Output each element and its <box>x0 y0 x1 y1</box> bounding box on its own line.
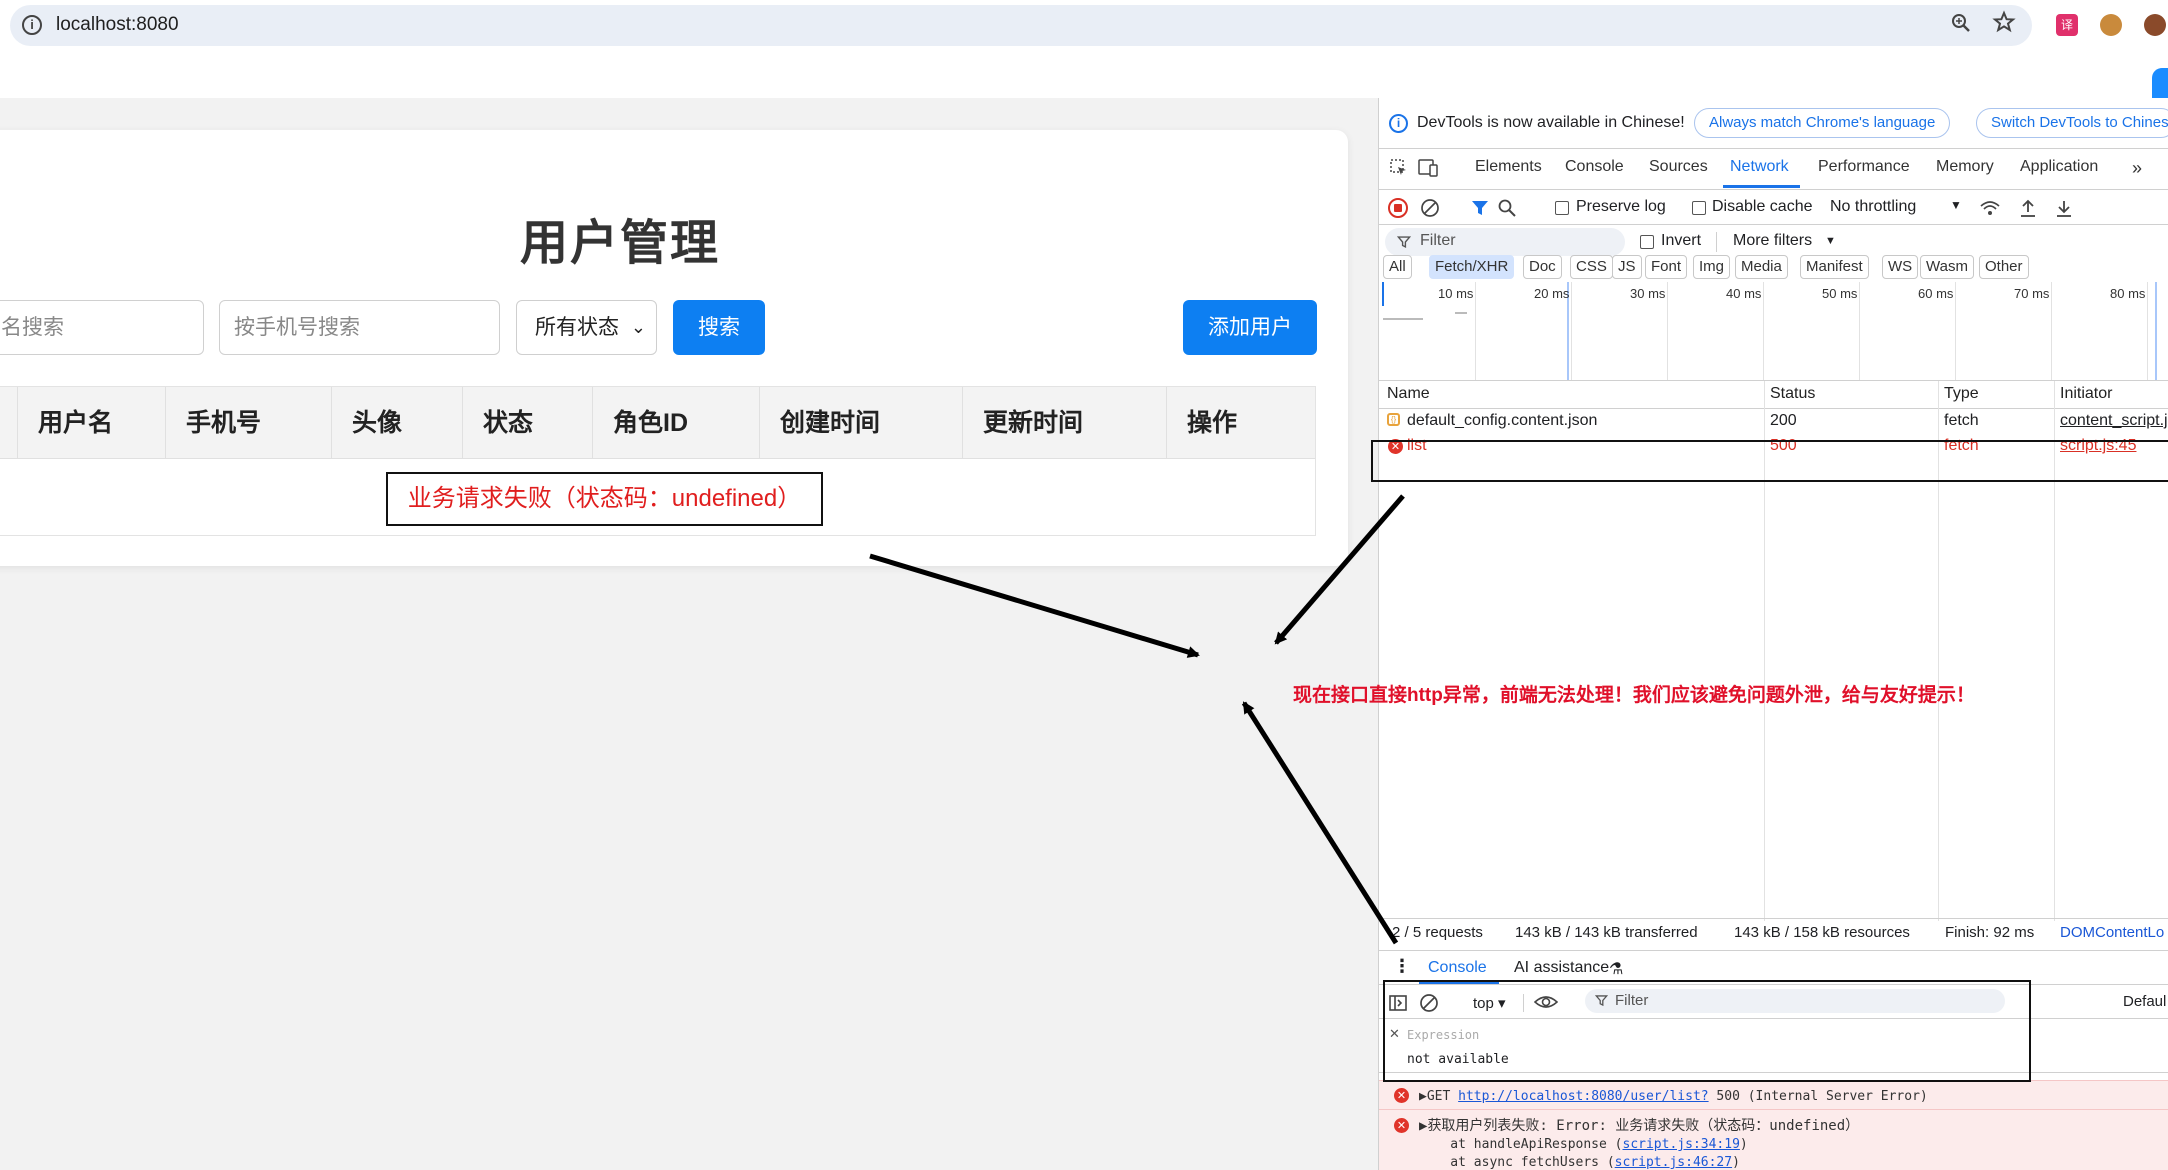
arrow-from-console <box>1241 701 1399 945</box>
arrow-from-network-row <box>1274 494 1405 645</box>
arrow-from-page-error <box>869 553 1200 658</box>
annotation-text: 现在接口直接http异常，前端无法处理！我们应该避免问题外泄，给与友好提示！ <box>1293 685 1975 706</box>
annotation-arrows <box>869 494 1405 945</box>
